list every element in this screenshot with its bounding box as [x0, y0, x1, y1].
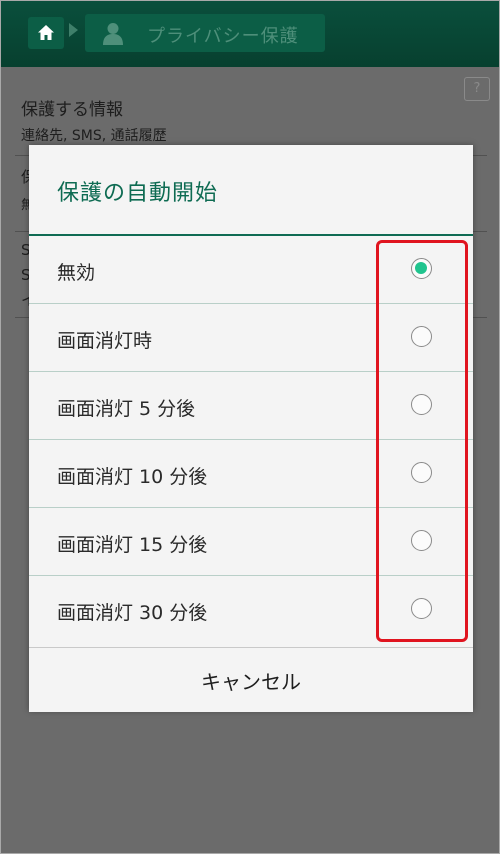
home-icon	[38, 25, 54, 40]
setting-peek-value: イ	[21, 289, 29, 310]
protected-info-value: 連絡先, SMS, 通話履歴	[21, 128, 167, 144]
setting-peek-value: 無	[21, 194, 29, 213]
breadcrumb-current: プライバシー保護	[85, 14, 325, 52]
auto-start-dialog: 保護の自動開始 無効 画面消灯時 画面消灯 5 分後 画面消灯 10 分後 画面…	[29, 145, 473, 712]
setting-peek-value: S	[21, 266, 29, 284]
dialog-title: 保護の自動開始	[57, 181, 219, 206]
annotation-highlight-box	[376, 240, 468, 642]
app-header: プライバシー保護	[1, 1, 499, 68]
option-label: 画面消灯 15 分後	[57, 534, 208, 556]
screen: プライバシー保護 ? 保護する情報 連絡先, SMS, 通話履歴 保 無 S S…	[0, 0, 500, 854]
option-label: 画面消灯 30 分後	[57, 602, 208, 624]
page-title: プライバシー保護	[147, 26, 299, 47]
help-button[interactable]: ?	[464, 77, 490, 101]
setting-peek-label: 保	[21, 166, 29, 187]
cancel-label: キャンセル	[201, 670, 301, 694]
option-label: 画面消灯 10 分後	[57, 466, 208, 488]
breadcrumb-arrow-icon	[69, 23, 78, 37]
person-icon	[103, 23, 123, 45]
setting-peek-label: S	[21, 241, 29, 259]
cancel-button[interactable]: キャンセル	[29, 647, 473, 712]
home-button[interactable]	[28, 17, 64, 49]
option-label: 画面消灯時	[57, 330, 153, 352]
option-label: 無効	[57, 262, 96, 284]
protected-info-title: 保護する情報	[21, 100, 123, 120]
option-label: 画面消灯 5 分後	[57, 398, 196, 420]
